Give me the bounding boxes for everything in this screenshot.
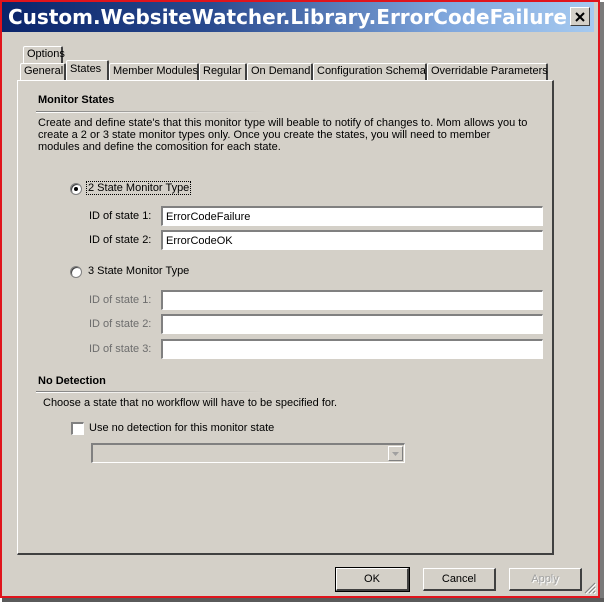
monitor-states-description: Create and define state's that this moni… xyxy=(38,117,527,153)
description-line: Create and define state's that this moni… xyxy=(38,117,528,129)
tab-member-modules-label: Member Modules xyxy=(113,65,198,77)
window-title: Custom.WebsiteWatcher.Library.ErrorCodeF… xyxy=(8,5,567,29)
tab-general[interactable]: General xyxy=(20,63,66,80)
three-state-id3-label: ID of state 3: xyxy=(89,343,152,355)
tab-on-demand[interactable]: On Demand xyxy=(247,63,313,80)
tab-overridable-parameters-label: Overridable Parameters xyxy=(431,65,548,77)
no-detection-state-dropdown[interactable] xyxy=(91,443,405,463)
radio-selected-dot xyxy=(74,187,78,191)
tab-regular-label: Regular xyxy=(203,65,242,77)
description-line: modules and define the comosition for ea… xyxy=(38,141,281,153)
no-detection-description: Choose a state that no workflow will hav… xyxy=(43,397,338,409)
tab-configuration-schema[interactable]: Configuration Schema xyxy=(313,63,427,80)
tab-general-label: General xyxy=(24,65,64,77)
tab-overridable-parameters[interactable]: Overridable Parameters xyxy=(427,63,548,80)
tab-panel-states: Monitor States Create and define state's… xyxy=(17,80,554,555)
apply-button[interactable]: Apply xyxy=(509,568,582,591)
two-state-radio[interactable] xyxy=(70,183,82,195)
no-detection-heading: No Detection xyxy=(38,375,106,387)
three-state-id1-label: ID of state 1: xyxy=(89,294,152,306)
tab-configuration-schema-label: Configuration Schema xyxy=(317,65,426,77)
no-detection-divider-highlight xyxy=(36,392,266,393)
three-state-id2-label: ID of state 2: xyxy=(89,318,152,330)
tab-regular[interactable]: Regular xyxy=(199,63,247,80)
tab-states[interactable]: States xyxy=(66,60,109,80)
three-state-id1-input[interactable] xyxy=(161,290,543,310)
chevron-down-icon xyxy=(392,451,399,456)
dropdown-arrow-button[interactable] xyxy=(388,446,403,461)
tab-options[interactable]: Options xyxy=(23,46,65,63)
two-state-label-text: 2 State Monitor Type xyxy=(85,181,192,195)
description-line: create a 2 or 3 state monitor types only… xyxy=(38,129,491,141)
tab-options-label: Options xyxy=(27,48,65,60)
two-state-label[interactable]: 2 State Monitor Type xyxy=(85,181,192,195)
tab-on-demand-label: On Demand xyxy=(251,65,311,77)
two-state-id1-input[interactable]: ErrorCodeFailure xyxy=(161,206,543,226)
three-state-label[interactable]: 3 State Monitor Type xyxy=(88,265,189,277)
three-state-id3-input[interactable] xyxy=(161,339,543,359)
tab-states-label: States xyxy=(70,63,102,75)
tab-member-modules[interactable]: Member Modules xyxy=(109,63,199,80)
window-shadow-bottom xyxy=(2,598,604,602)
no-detection-checkbox-label[interactable]: Use no detection for this monitor state xyxy=(89,422,274,434)
resize-grip-icon[interactable] xyxy=(584,582,596,594)
two-state-id2-input[interactable]: ErrorCodeOK xyxy=(161,230,543,250)
state2-label: ID of state 2: xyxy=(89,234,152,246)
title-bar[interactable]: Custom.WebsiteWatcher.Library.ErrorCodeF… xyxy=(2,2,594,32)
three-state-id2-input[interactable] xyxy=(161,314,543,334)
three-state-radio[interactable] xyxy=(70,266,82,278)
ok-button[interactable]: OK xyxy=(335,567,410,592)
close-button[interactable] xyxy=(570,7,590,26)
monitor-states-heading: Monitor States xyxy=(38,94,115,106)
window-shadow-right xyxy=(600,2,604,602)
cancel-button[interactable]: Cancel xyxy=(423,568,496,591)
monitor-states-divider-highlight xyxy=(36,112,266,113)
no-detection-checkbox[interactable] xyxy=(71,422,84,435)
close-icon xyxy=(575,11,585,22)
state1-label: ID of state 1: xyxy=(89,210,152,222)
